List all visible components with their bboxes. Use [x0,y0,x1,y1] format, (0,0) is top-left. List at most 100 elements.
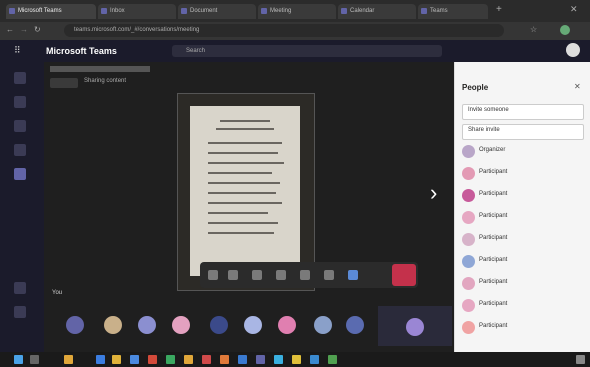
participant-row[interactable]: Participant [462,166,582,182]
browser-tab[interactable]: Teams [418,4,488,19]
app-icon[interactable] [274,355,283,364]
user-avatar[interactable] [566,43,580,57]
participant-row[interactable]: Participant [462,210,582,226]
doc-text-line [208,212,268,214]
sharing-banner-text: Sharing content [84,78,127,84]
avatar [462,277,475,290]
app-icon[interactable] [130,355,139,364]
gallery-avatar[interactable] [278,316,296,334]
star-icon[interactable]: ☆ [530,25,537,34]
search-input[interactable]: Search [172,45,442,57]
tab-label: Calendar [350,8,375,14]
participant-name: Participant [479,191,508,197]
new-tab-icon[interactable]: + [496,4,502,15]
present-button[interactable] [50,78,78,88]
sharing-banner-bar [50,66,150,72]
invite-row[interactable]: Invite someone [462,104,584,120]
browser-tab[interactable]: Microsoft Teams [6,4,96,19]
gallery-avatar[interactable] [172,316,190,334]
panel-title: People [462,83,489,92]
notifications-icon[interactable] [576,355,585,364]
participant-row[interactable]: Participant [462,232,582,248]
apps-icon[interactable] [14,282,26,294]
tab-favicon-icon [101,8,107,14]
self-view-tile[interactable] [378,306,452,346]
doc-text-line [208,202,282,204]
participant-name: Organizer [479,147,506,153]
app-icon[interactable] [292,355,301,364]
tab-favicon-icon [341,8,347,14]
browser-tab[interactable]: Meeting [258,4,336,19]
participant-row[interactable]: Participant [462,320,582,336]
app-icon[interactable] [112,355,121,364]
app-icon[interactable] [328,355,337,364]
participant-row[interactable]: Organizer [462,144,582,160]
doc-text-line [208,182,280,184]
avatar [462,321,475,334]
help-icon[interactable] [14,306,26,318]
participants-icon[interactable] [348,270,358,280]
app-icon[interactable] [166,355,175,364]
forward-icon[interactable]: → [20,25,28,34]
close-window-icon[interactable]: ✕ [570,4,578,15]
browser-tab[interactable]: Inbox [98,4,176,19]
gallery-avatar[interactable] [104,316,122,334]
teams-icon[interactable] [14,120,26,132]
share-invite-row[interactable]: Share invite [462,124,584,140]
chat-icon[interactable] [14,96,26,108]
participant-row[interactable]: Participant [462,276,582,292]
tab-favicon-icon [181,8,187,14]
chat-toggle-icon[interactable] [324,270,334,280]
gallery-avatar[interactable] [210,316,228,334]
app-icon[interactable] [220,355,229,364]
leave-call-button[interactable] [392,264,416,286]
gallery-avatar[interactable] [346,316,364,334]
meeting-controls [200,262,418,288]
gallery-avatar[interactable] [244,316,262,334]
app-icon[interactable] [148,355,157,364]
participant-name: Participant [479,279,508,285]
app-icon[interactable] [310,355,319,364]
participant-row[interactable]: Participant [462,188,582,204]
raise-hand-icon[interactable] [300,270,310,280]
participant-row[interactable]: Participant [462,254,582,270]
camera-icon[interactable] [208,270,218,280]
search-taskbar-icon[interactable] [30,355,39,364]
browser-tab[interactable]: Document [178,4,256,19]
share-screen-icon[interactable] [252,270,262,280]
doc-text-line [208,232,274,234]
gallery-avatar[interactable] [66,316,84,334]
activity-icon[interactable] [14,72,26,84]
start-icon[interactable] [14,355,23,364]
reload-icon[interactable]: ↻ [34,25,41,34]
self-label: You [52,290,63,296]
left-rail [0,62,44,352]
url-field[interactable]: teams.microsoft.com/_#/conversations/mee… [64,24,504,37]
back-icon[interactable]: ← [6,25,14,34]
app-icon[interactable] [202,355,211,364]
browser-tab[interactable]: Calendar [338,4,416,19]
calls-icon[interactable] [14,168,26,180]
explorer-icon[interactable] [64,355,73,364]
share-invite-label: Share invite [468,127,500,133]
chevron-right-icon[interactable]: › [430,180,437,206]
avatar [462,211,475,224]
doc-text-line [208,142,282,144]
doc-text-line [208,172,272,174]
gallery-avatar[interactable] [314,316,332,334]
tab-label: Microsoft Teams [18,8,62,14]
app-icon[interactable] [238,355,247,364]
app-icon[interactable] [96,355,105,364]
more-options-icon[interactable] [276,270,286,280]
profile-avatar-icon[interactable] [560,25,570,35]
tab-label: Teams [430,8,448,14]
microphone-icon[interactable] [228,270,238,280]
apps-grid-icon[interactable]: ⠿ [14,45,21,56]
doc-text-line [208,162,284,164]
app-icon[interactable] [184,355,193,364]
participant-row[interactable]: Participant [462,298,582,314]
close-panel-icon[interactable]: ✕ [574,82,581,91]
teams-taskbar-icon[interactable] [256,355,265,364]
calendar-icon[interactable] [14,144,26,156]
gallery-avatar[interactable] [138,316,156,334]
